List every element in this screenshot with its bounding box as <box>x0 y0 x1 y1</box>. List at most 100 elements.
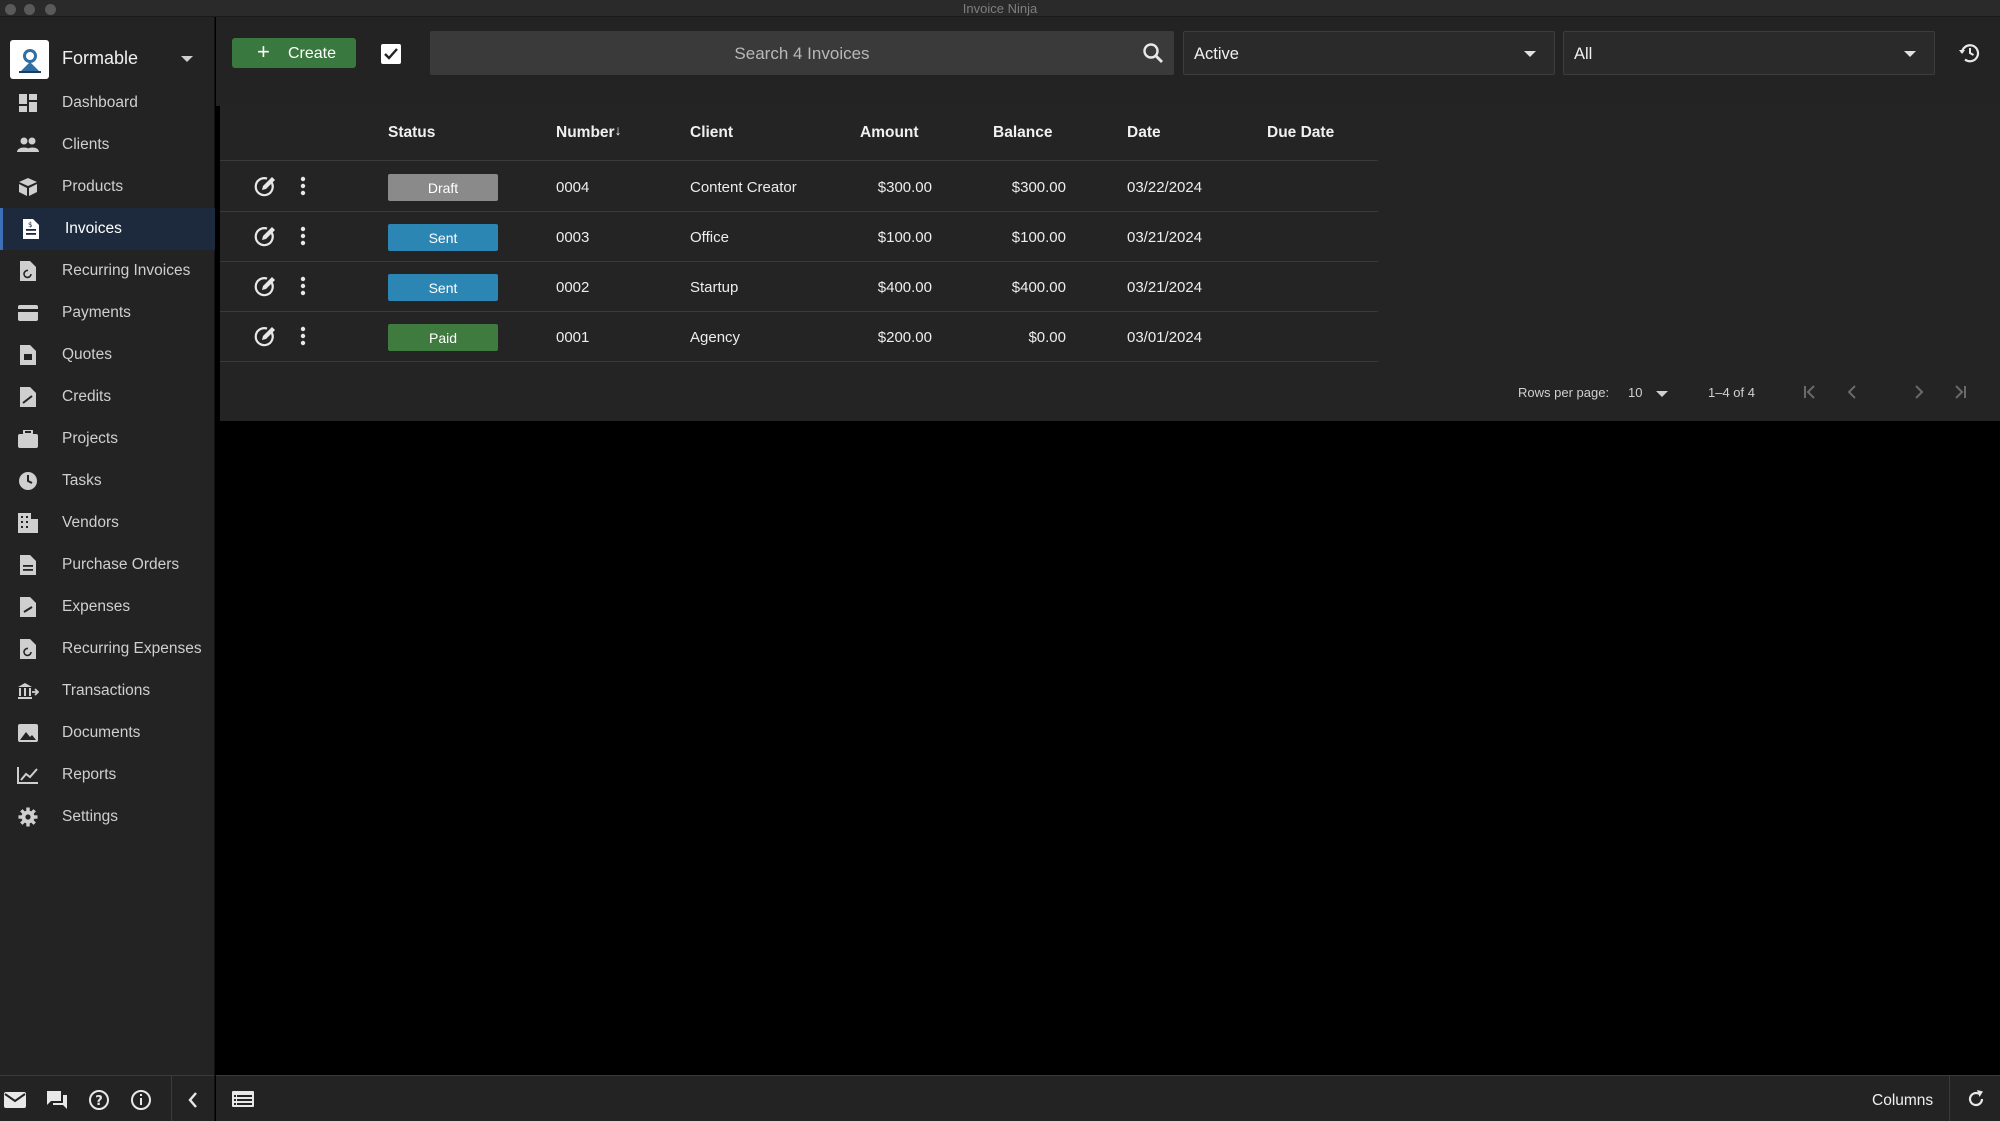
status-filter-dropdown[interactable]: Active <box>1183 31 1555 75</box>
invoice-client[interactable]: Agency <box>690 329 740 346</box>
edit-icon[interactable] <box>254 176 276 203</box>
mail-icon[interactable] <box>4 1090 26 1110</box>
products-icon <box>17 177 39 197</box>
collapse-sidebar-icon[interactable] <box>182 1090 204 1110</box>
sidebar-item-quotes[interactable]: Quotes <box>0 334 215 376</box>
previous-page-icon[interactable] <box>1844 384 1860 405</box>
company-selector[interactable]: Formable <box>0 28 215 79</box>
column-header-date[interactable]: Date <box>1127 124 1161 142</box>
sidebar-item-invoices[interactable]: $ Invoices <box>0 208 215 250</box>
sidebar-item-expenses[interactable]: Expenses <box>0 586 215 628</box>
sidebar-item-label: Vendors <box>62 514 119 531</box>
edit-icon[interactable] <box>254 226 276 253</box>
invoice-client[interactable]: Content Creator <box>690 179 797 196</box>
table-row[interactable]: Draft 0004 Content Creator $300.00 $300.00 03… <box>220 162 1378 212</box>
table-row[interactable]: Paid 0001 Agency $200.00 $0.00 03/01/2024 <box>220 312 1378 362</box>
status-badge: Sent <box>388 274 498 301</box>
invoice-amount: $100.00 <box>877 229 932 246</box>
column-header-number[interactable]: Number↓ <box>556 122 622 142</box>
sidebar-item-settings[interactable]: Settings <box>0 796 215 838</box>
dashboard-icon <box>17 93 39 113</box>
search-placeholder: Search 4 Invoices <box>734 44 870 63</box>
sidebar-item-recurring-invoices[interactable]: Recurring Invoices <box>0 250 215 292</box>
invoices-table-panel: Status Number↓ Client Amount Balance Dat… <box>220 105 2000 421</box>
sidebar-item-label: Quotes <box>62 346 112 363</box>
sidebar-item-credits[interactable]: Credits <box>0 376 215 418</box>
table-row[interactable]: Sent 0003 Office $100.00 $100.00 03/21/2024 <box>220 212 1378 262</box>
invoice-client[interactable]: Startup <box>690 279 738 296</box>
invoice-number[interactable]: 0002 <box>556 279 589 296</box>
sidebar-item-vendors[interactable]: Vendors <box>0 502 215 544</box>
edit-icon[interactable] <box>254 276 276 303</box>
sidebar-item-payments[interactable]: Payments <box>0 292 215 334</box>
invoice-number[interactable]: 0001 <box>556 329 589 346</box>
sidebar-item-label: Transactions <box>62 682 151 699</box>
more-actions-icon[interactable] <box>300 176 306 201</box>
quotes-icon <box>17 345 39 365</box>
sidebar: Formable Dashboard Clients Products $ Invoic… <box>0 17 215 1075</box>
search-icon[interactable] <box>1142 42 1164 69</box>
sidebar-item-recurring-expenses[interactable]: Recurring Expenses <box>0 628 215 670</box>
sidebar-item-products[interactable]: Products <box>0 166 215 208</box>
column-header-amount[interactable]: Amount <box>860 124 919 142</box>
pagination-range: 1–4 of 4 <box>1708 385 1755 400</box>
sidebar-item-label: Reports <box>62 766 117 783</box>
select-all-checkbox[interactable] <box>381 44 401 64</box>
sidebar-item-label: Products <box>62 178 124 195</box>
sidebar-item-tasks[interactable]: Tasks <box>0 460 215 502</box>
table-row[interactable]: Sent 0002 Startup $400.00 $400.00 03/21/2024 <box>220 262 1378 312</box>
refresh-icon[interactable] <box>1966 1089 1986 1114</box>
more-actions-icon[interactable] <box>300 326 306 351</box>
column-header-due-date[interactable]: Due Date <box>1267 124 1334 142</box>
column-header-status[interactable]: Status <box>388 124 435 142</box>
expenses-icon <box>17 597 39 617</box>
status-badge: Paid <box>388 324 498 351</box>
purchase-orders-icon <box>17 555 39 575</box>
sidebar-item-transactions[interactable]: Transactions <box>0 670 215 712</box>
help-icon[interactable]: ? <box>88 1090 110 1110</box>
rows-per-page-select[interactable]: 10 <box>1628 385 1642 400</box>
create-invoice-button[interactable]: + Create <box>232 38 356 68</box>
invoice-amount: $400.00 <box>877 279 932 296</box>
invoice-client[interactable]: Office <box>690 229 729 246</box>
group-filter-dropdown[interactable]: All <box>1563 31 1935 75</box>
sidebar-item-documents[interactable]: Documents <box>0 712 215 754</box>
column-header-balance[interactable]: Balance <box>993 124 1052 142</box>
sidebar-item-dashboard[interactable]: Dashboard <box>0 82 215 124</box>
more-actions-icon[interactable] <box>300 226 306 251</box>
sidebar-item-label: Invoices <box>65 220 122 237</box>
sidebar-item-reports[interactable]: Reports <box>0 754 215 796</box>
sidebar-item-label: Projects <box>62 430 118 447</box>
next-page-icon[interactable] <box>1911 384 1927 405</box>
info-icon[interactable] <box>130 1090 152 1110</box>
transactions-icon <box>17 681 39 701</box>
bottom-bar: Columns <box>216 1075 2000 1121</box>
window-title: Invoice Ninja <box>962 1 1038 16</box>
sidebar-item-label: Purchase Orders <box>62 556 180 573</box>
invoice-balance: $400.00 <box>1011 279 1066 296</box>
sidebar-item-purchase-orders[interactable]: Purchase Orders <box>0 544 215 586</box>
search-input[interactable]: Search 4 Invoices <box>430 31 1174 75</box>
first-page-icon[interactable] <box>1802 384 1818 405</box>
invoice-number[interactable]: 0004 <box>556 179 589 196</box>
chat-icon[interactable] <box>46 1090 68 1110</box>
sidebar-item-projects[interactable]: Projects <box>0 418 215 460</box>
credits-icon <box>17 387 39 407</box>
projects-icon <box>17 429 39 449</box>
sidebar-footer: ? <box>0 1075 215 1121</box>
status-badge: Sent <box>388 224 498 251</box>
invoice-number[interactable]: 0003 <box>556 229 589 246</box>
column-header-client[interactable]: Client <box>690 124 733 142</box>
payments-icon <box>17 303 39 323</box>
columns-button[interactable]: Columns <box>1872 1092 1933 1110</box>
sidebar-item-clients[interactable]: Clients <box>0 124 215 166</box>
sidebar-item-label: Clients <box>62 136 110 153</box>
history-icon[interactable] <box>1958 41 1982 70</box>
list-view-icon[interactable] <box>232 1090 254 1113</box>
rows-per-page-label: Rows per page: <box>1518 385 1610 400</box>
tasks-icon <box>17 471 39 491</box>
invoice-date: 03/22/2024 <box>1127 179 1203 196</box>
last-page-icon[interactable] <box>1952 384 1968 405</box>
edit-icon[interactable] <box>254 326 276 353</box>
more-actions-icon[interactable] <box>300 276 306 301</box>
